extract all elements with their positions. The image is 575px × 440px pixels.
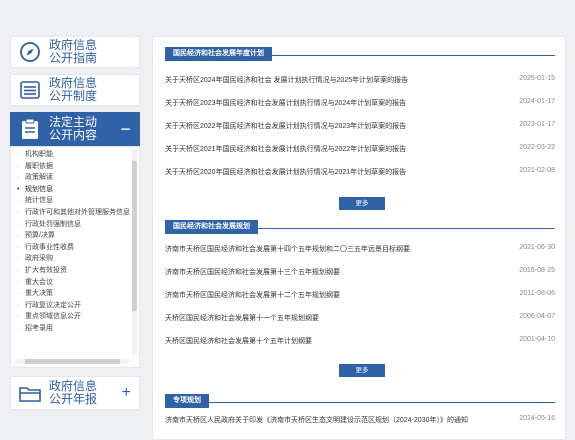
horizontal-scrollbar[interactable] — [15, 359, 129, 364]
submenu-item[interactable]: 机构职能 — [17, 149, 139, 161]
section-special-plan: 专项规划 济南市天桥区人民政府关于印发《济南市天桥区生态文明建设示范区规划（20… — [165, 389, 555, 439]
more-button[interactable]: 更多 — [339, 364, 385, 377]
expand-icon[interactable]: + — [122, 384, 131, 402]
nav-statutory-line2: 公开内容 — [49, 128, 98, 142]
nav-annual-line2: 公开年报 — [49, 392, 98, 406]
submenu-item[interactable]: 行政处罚强制信息 — [17, 219, 139, 231]
list-item[interactable]: 关于天桥区2023年国民经济和社会发展计划执行情况与2024年计划草案的报告 20… — [165, 98, 555, 110]
submenu-item[interactable]: 行政事业性收费 — [17, 242, 139, 254]
submenu-item[interactable]: 重点领域信息公开 — [17, 311, 139, 323]
nav-guide-line1: 政府信息 — [49, 38, 98, 52]
list-item[interactable]: 济南市天桥区国民经济和社会发展第十二个五年规划纲要 2011-08-06 — [165, 290, 555, 302]
list-item[interactable]: 关于天桥区2020年国民经济和社会发展计划执行情况与2021年计划草案的报告 20… — [165, 167, 555, 179]
nav-statutory-line1: 法定主动 — [49, 115, 98, 129]
section-title: 国民经济和社会发展规划 — [165, 220, 258, 234]
submenu-item[interactable]: 重大会议 — [17, 277, 139, 289]
submenu-item[interactable]: 履职依据 — [17, 161, 139, 173]
section-annual-plan: 国民经济和社会发展年度计划 关于天桥区2024年国民经济和社会 发展计划执行情况… — [165, 42, 555, 212]
list-item[interactable]: 关于天桥区2024年国民经济和社会 发展计划执行情况与2025年计划草案的报告 2… — [165, 75, 555, 87]
sidebar: 政府信息公开指南 政府信息公开制度 法定主动公开内容 − 机构职能履职依据政策解… — [10, 36, 140, 416]
list-item[interactable]: 天桥区国民经济和社会发展第十个五年计划纲要 2001-04-10 — [165, 336, 555, 348]
list-item[interactable]: 济南市天桥区国民经济和社会发展第十三个五年规划纲要 2016-08-25 — [165, 267, 555, 279]
list-icon — [11, 74, 49, 106]
nav-annual-report[interactable]: 政府信息 公开年报 + — [10, 376, 140, 410]
list-item[interactable]: 济南市天桥区国民经济和社会发展第十四个五年规划和二〇三五年远景目标纲要 2021-… — [165, 244, 555, 256]
more-button[interactable]: 更多 — [339, 197, 385, 210]
submenu-item[interactable]: 行政复议决定公开 — [17, 300, 139, 312]
nav-guide[interactable]: 政府信息 公开指南 — [10, 36, 140, 68]
folder-icon — [11, 377, 49, 409]
submenu-item[interactable]: 招考录用 — [17, 323, 139, 335]
submenu-item[interactable]: 统计信息 — [17, 195, 139, 207]
list-item[interactable]: 关于天桥区2021年国民经济和社会发展计划执行情况与2022年计划草案的报告 20… — [165, 144, 555, 156]
section-title: 专项规划 — [165, 394, 209, 408]
compass-icon — [11, 36, 49, 68]
clipboard-icon — [11, 113, 49, 145]
submenu-item[interactable]: 政府采购 — [17, 253, 139, 265]
main-content: 国民经济和社会发展年度计划 关于天桥区2024年国民经济和社会 发展计划执行情况… — [152, 36, 566, 440]
nav-system[interactable]: 政府信息 公开制度 — [10, 74, 140, 106]
nav-statutory-content[interactable]: 法定主动 公开内容 − — [10, 112, 140, 146]
section-development-plan: 国民经济和社会发展规划 济南市天桥区国民经济和社会发展第十四个五年规划和二〇三五… — [165, 215, 555, 385]
list-item[interactable]: 天桥区国民经济和社会发展第十一个五年规划纲要 2006-04-07 — [165, 313, 555, 325]
submenu-item[interactable]: 重大决策 — [17, 288, 139, 300]
submenu-item[interactable]: 规划信息 — [17, 184, 139, 196]
submenu-item[interactable]: 行政许可和其他对外管理服务信息 — [17, 207, 139, 219]
submenu: 机构职能履职依据政策解读规划信息统计信息行政许可和其他对外管理服务信息行政处罚强… — [10, 146, 140, 368]
collapse-icon[interactable]: − — [120, 119, 131, 140]
nav-system-line1: 政府信息 — [49, 76, 98, 90]
nav-guide-line2: 公开指南 — [49, 51, 98, 65]
submenu-item[interactable]: 政策解读 — [17, 172, 139, 184]
section-title: 国民经济和社会发展年度计划 — [165, 47, 272, 61]
nav-system-line2: 公开制度 — [49, 89, 98, 103]
nav-annual-line1: 政府信息 — [49, 379, 98, 393]
list-item[interactable]: 济南市天桥区人民政府关于印发《济南市天桥区生态文明建设示范区规划（2024-20… — [165, 415, 555, 427]
list-item[interactable]: 关于天桥区2022年国民经济和社会发展计划执行情况与2023年计划草案的报告 20… — [165, 121, 555, 133]
submenu-item[interactable]: 预算/决算 — [17, 230, 139, 242]
vertical-scrollbar[interactable] — [132, 149, 137, 355]
submenu-item[interactable]: 扩大有效投资 — [17, 265, 139, 277]
